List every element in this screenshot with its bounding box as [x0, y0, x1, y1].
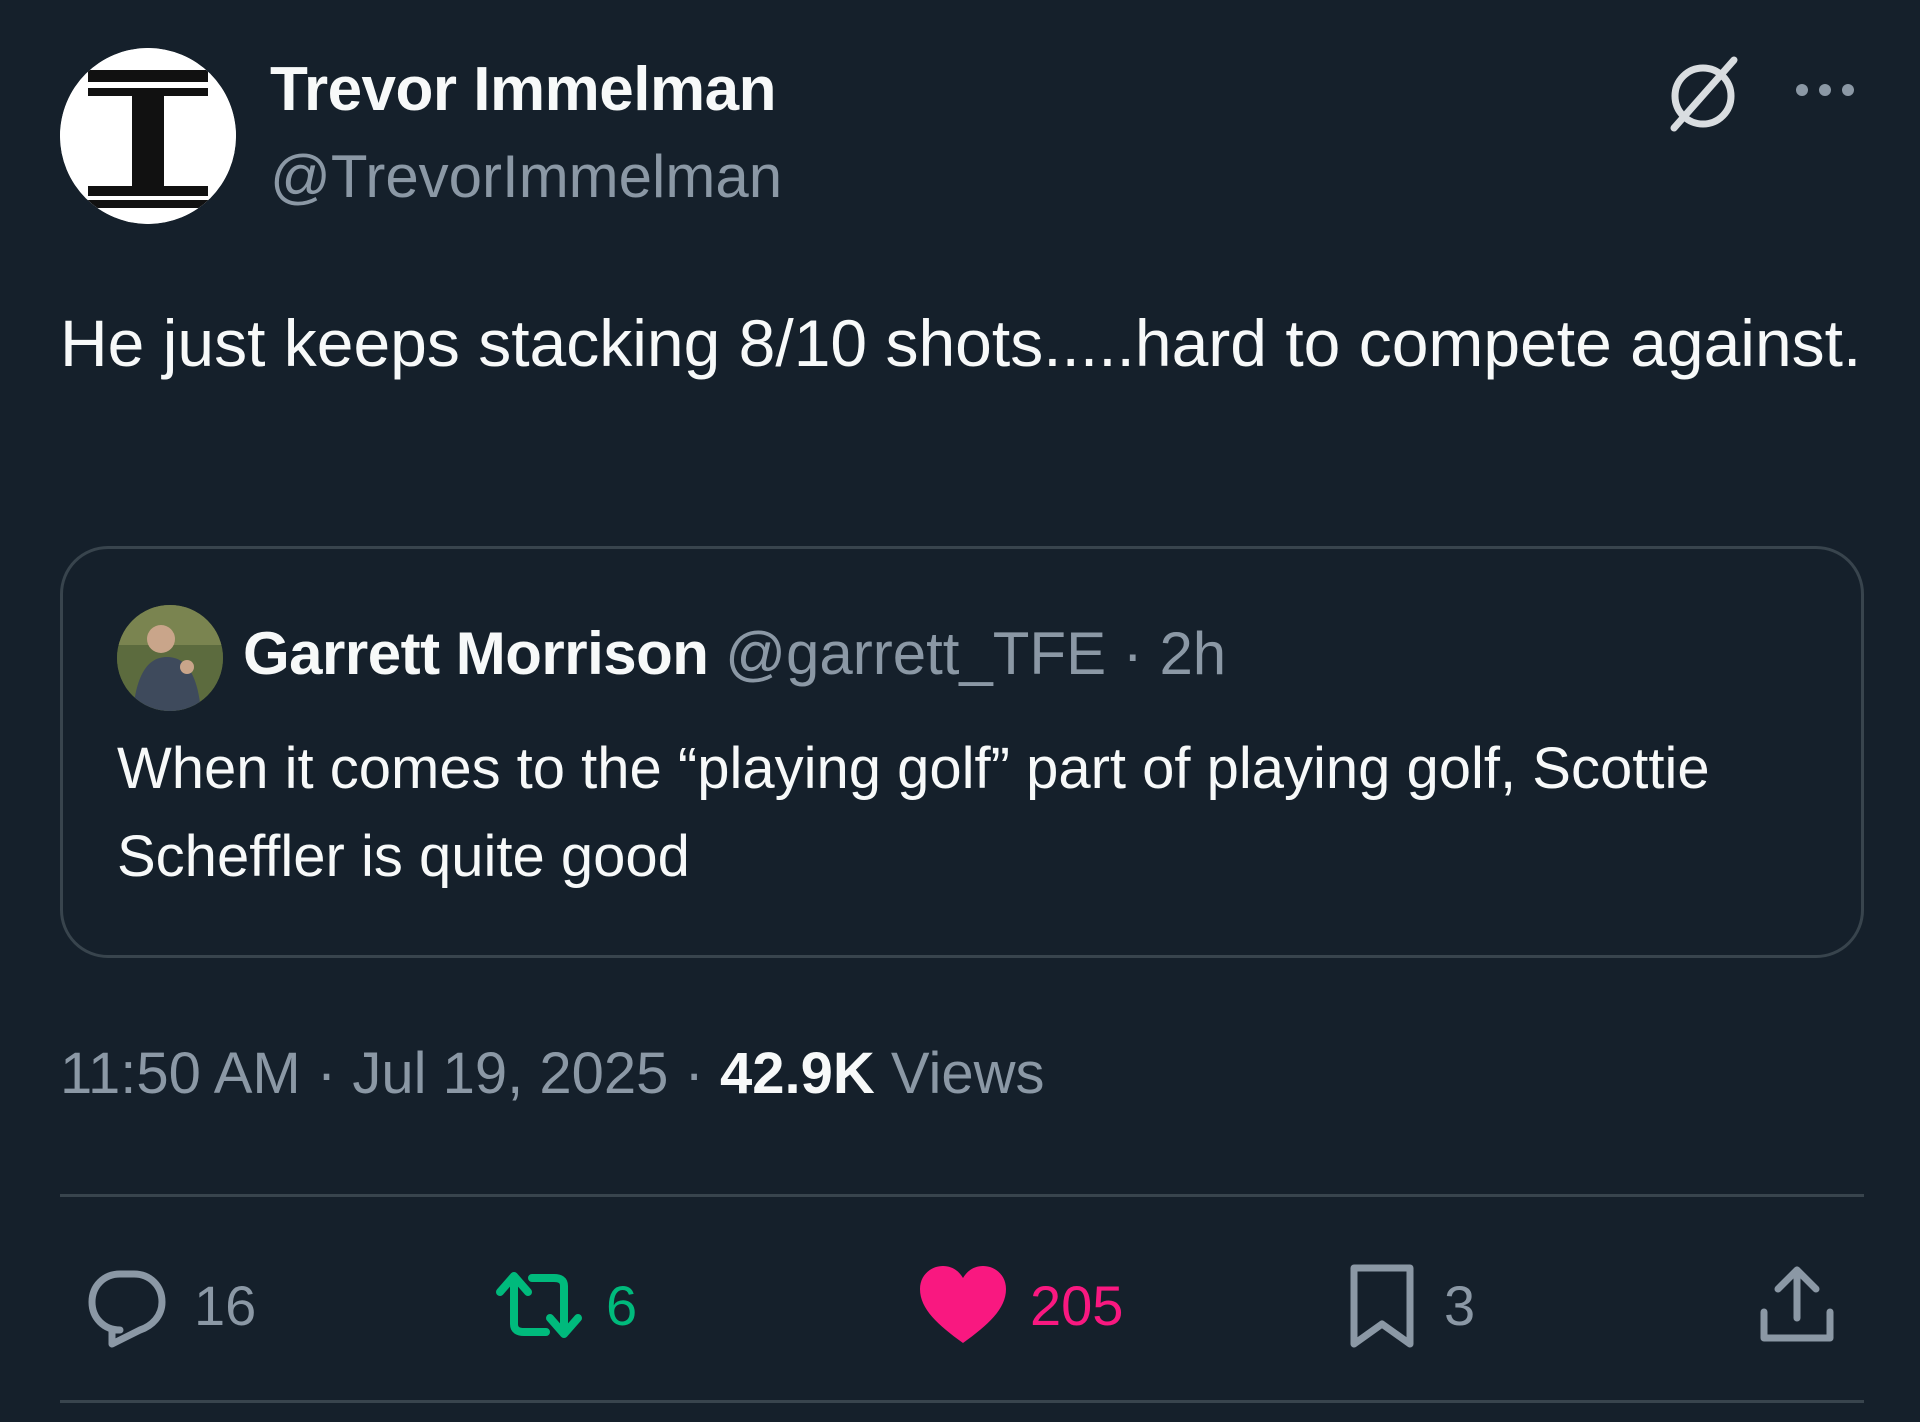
reply-count: 16	[194, 1273, 257, 1337]
quoted-timestamp[interactable]: 2h	[1159, 620, 1226, 687]
tweet-date[interactable]: Jul 19, 2025	[352, 1041, 668, 1106]
repost-button[interactable]: 6	[494, 1250, 637, 1360]
repost-icon	[496, 1272, 582, 1338]
author-name[interactable]: Trevor Immelman	[270, 54, 776, 125]
action-bar: 16 6 205 3	[0, 1250, 1920, 1360]
views-label: Views	[890, 1041, 1045, 1106]
meta-separator: ·	[684, 1041, 704, 1106]
quoted-tweet-text: When it comes to the “playing golf” part…	[117, 736, 1710, 889]
like-count: 205	[1030, 1273, 1124, 1337]
quoted-author-avatar[interactable]	[117, 605, 223, 711]
tweet: Trevor Immelman @TrevorImmelman He just …	[0, 0, 1920, 1422]
share-button[interactable]	[1752, 1250, 1842, 1360]
meta-separator: ·	[316, 1041, 337, 1106]
divider	[60, 1194, 1864, 1197]
tweet-text: He just keeps stacking 8/10 shots.....ha…	[60, 306, 1862, 380]
bookmark-icon	[1350, 1264, 1414, 1348]
reply-icon	[88, 1270, 166, 1348]
share-icon	[1760, 1266, 1834, 1342]
bookmark-count: 3	[1444, 1273, 1476, 1337]
letter-t-logo-icon	[60, 48, 236, 224]
repost-count: 6	[606, 1273, 638, 1337]
more-options-icon[interactable]	[1790, 70, 1860, 110]
quoted-separator: ·	[1122, 620, 1143, 687]
tweet-time[interactable]: 11:50 AM	[60, 1041, 301, 1106]
bookmark-button[interactable]: 3	[1342, 1250, 1475, 1360]
author-handle[interactable]: @TrevorImmelman	[270, 142, 782, 211]
quoted-author-name[interactable]: Garrett Morrison	[243, 620, 709, 687]
grok-icon[interactable]	[1660, 50, 1746, 136]
divider	[60, 1400, 1864, 1403]
person-photo-icon	[117, 605, 223, 711]
quoted-tweet-card[interactable]: Garrett Morrison @garrett_TFE · 2h When …	[60, 546, 1864, 958]
tweet-meta: 11:50 AM · Jul 19, 2025 · 42.9K Views	[60, 1040, 1045, 1107]
reply-button[interactable]: 16	[82, 1250, 256, 1360]
author-avatar[interactable]	[60, 48, 236, 224]
quoted-author-handle[interactable]: @garrett_TFE	[725, 620, 1106, 687]
quoted-tweet-header: Garrett Morrison @garrett_TFE · 2h	[243, 619, 1226, 688]
views-count: 42.9K	[719, 1041, 875, 1106]
like-button[interactable]: 205	[918, 1250, 1123, 1360]
like-icon	[920, 1266, 1006, 1343]
